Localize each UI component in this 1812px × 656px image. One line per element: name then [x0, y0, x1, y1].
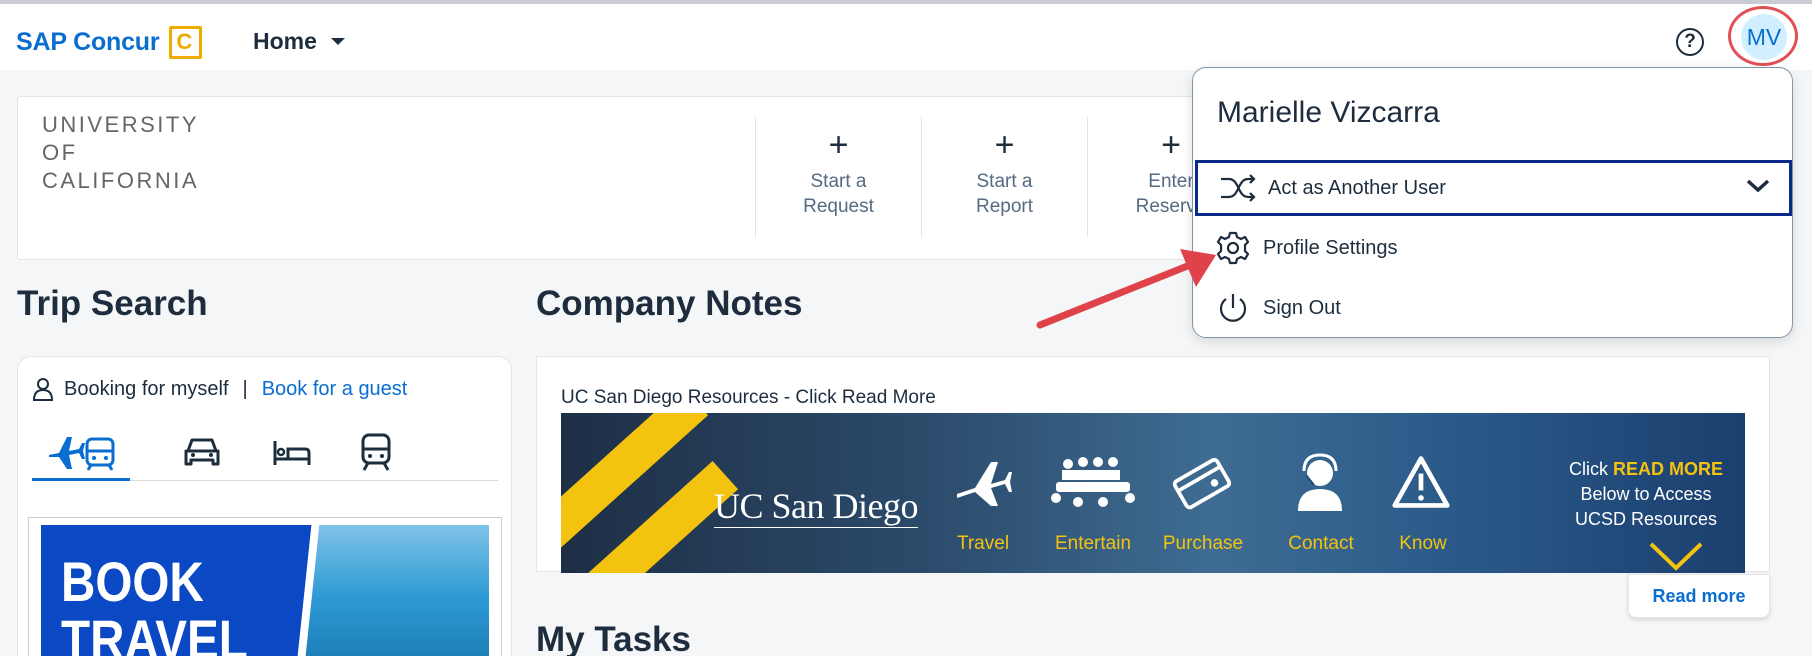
trip-search-panel: Booking for myself | Book for a guest BO… [17, 356, 512, 656]
caret-down-icon [330, 38, 345, 45]
chevron-down-icon [1649, 542, 1703, 571]
user-avatar-button[interactable]: MV [1741, 14, 1787, 60]
note-title: UC San Diego Resources - Click Read More [561, 387, 936, 408]
company-logo: UNIVERSITY OF CALIFORNIA [42, 112, 200, 193]
booking-options: Booking for myself | Book for a guest [32, 377, 407, 401]
enter-reservation-button[interactable]: + Enter Reserva [1087, 117, 1197, 237]
beach-photo [294, 525, 489, 656]
category-know: Know [1399, 533, 1447, 554]
company-quick-actions-card: UNIVERSITY OF CALIFORNIA + Start a Reque… [17, 96, 1197, 260]
ucsd-resources-banner[interactable]: UC San Diego Travel Entertain Purchase C… [561, 413, 1745, 573]
separator: | [242, 377, 248, 400]
category-purchase: Purchase [1162, 533, 1244, 554]
tab-train[interactable] [336, 423, 416, 481]
hotel-icon [273, 441, 311, 465]
train-icon [361, 433, 391, 471]
car-icon [184, 438, 220, 466]
act-as-another-user-item[interactable]: Act as Another User [1195, 160, 1792, 216]
user-profile-menu: Marielle Vizcarra Act as Another User Pr… [1192, 67, 1793, 338]
airplane-icon [953, 453, 1013, 511]
profile-settings-item[interactable]: Profile Settings [1193, 220, 1794, 276]
brand-name: SAP Concur [16, 28, 160, 56]
read-more-button[interactable]: Read more [1628, 574, 1770, 618]
meeting-icon [1048, 453, 1138, 511]
home-label: Home [253, 28, 317, 54]
click-read-more-text: Click READ MORE Below to Access UCSD Res… [1568, 459, 1723, 529]
plus-icon: + [828, 126, 849, 164]
act-as-another-user-label: Act as Another User [1268, 176, 1446, 199]
person-icon [32, 378, 54, 401]
credit-card-icon [1171, 453, 1231, 511]
top-navigation-bar: SAP Concur C Home ? [0, 4, 1812, 70]
help-icon[interactable]: ? [1676, 28, 1704, 56]
sap-concur-logo[interactable]: SAP Concur C [16, 26, 203, 59]
sign-out-label: Sign Out [1263, 296, 1341, 319]
tab-flight-rail[interactable] [32, 423, 130, 481]
tab-hotel[interactable] [252, 423, 332, 481]
book-travel-banner[interactable]: BOOK TRAVEL [28, 517, 502, 656]
category-travel: Travel [956, 533, 1010, 554]
user-name: Marielle Vizcarra [1217, 96, 1440, 129]
tab-car[interactable] [162, 423, 242, 481]
flight-rail-icon [49, 436, 115, 471]
booking-for-myself[interactable]: Booking for myself [64, 378, 229, 401]
book-for-guest-link[interactable]: Book for a guest [262, 378, 408, 401]
company-notes-card: UC San Diego Resources - Click Read More… [536, 356, 1770, 573]
plus-icon: + [994, 126, 1015, 164]
company-notes-heading: Company Notes [536, 284, 803, 323]
shuffle-icon [1220, 170, 1256, 206]
home-menu-button[interactable]: Home [253, 28, 345, 55]
start-report-button[interactable]: + Start a Report [921, 117, 1087, 237]
uc-san-diego-logo: UC San Diego [714, 486, 919, 528]
plus-icon: + [1161, 126, 1181, 164]
my-tasks-heading: My Tasks [536, 620, 691, 656]
start-request-button[interactable]: + Start a Request [755, 117, 921, 237]
profile-settings-label: Profile Settings [1263, 236, 1398, 259]
category-entertain: Entertain [1054, 533, 1132, 554]
category-contact: Contact [1288, 533, 1354, 554]
travel-mode-tabs [32, 423, 498, 481]
support-agent-icon [1290, 453, 1350, 511]
annotation-arrow [1036, 249, 1216, 329]
concur-logo-icon: C [169, 26, 203, 59]
chevron-down-icon[interactable] [1745, 177, 1771, 195]
warning-icon [1391, 453, 1451, 511]
book-travel-image: BOOK TRAVEL [41, 525, 489, 656]
trip-search-heading: Trip Search [17, 284, 208, 323]
sign-out-item[interactable]: Sign Out [1193, 280, 1794, 336]
